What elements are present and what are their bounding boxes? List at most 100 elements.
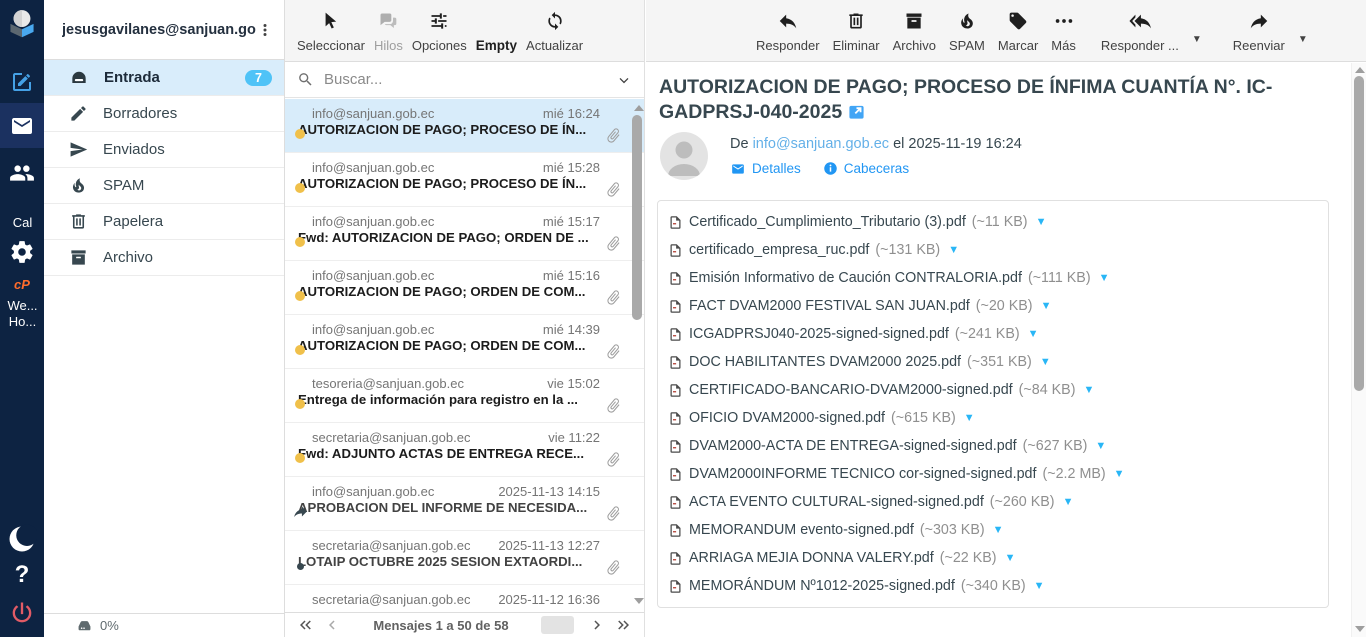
dark-mode-moon-icon[interactable] (0, 524, 44, 554)
folder-row[interactable]: Archivo (44, 240, 284, 276)
attachment-item[interactable]: certificado_empresa_ruc.pdf (~131 KB) ▼ (668, 236, 1318, 264)
mail-module-icon[interactable] (0, 114, 44, 138)
prev-page-button[interactable] (319, 616, 345, 634)
calendar-module-label[interactable]: Cal (0, 215, 44, 230)
forward-dropdown-caret-icon[interactable]: ▼ (1298, 34, 1308, 45)
attachment-menu-caret-icon[interactable]: ▼ (1095, 440, 1106, 452)
options-button[interactable]: Opciones (412, 8, 467, 53)
attachment-item[interactable]: OFICIO DVAM2000-signed.pdf (~615 KB) ▼ (668, 404, 1318, 432)
reply-all-dropdown-caret-icon[interactable]: ▼ (1192, 34, 1202, 45)
reply-button[interactable]: Responder (756, 8, 820, 53)
reply-all-button[interactable]: Responder ... (1101, 8, 1179, 53)
sent-plane-icon (69, 140, 88, 159)
mark-button[interactable]: Marcar (998, 8, 1038, 53)
attachment-menu-caret-icon[interactable]: ▼ (1063, 496, 1074, 508)
message-list-scrollbar[interactable] (631, 99, 644, 612)
folder-row[interactable]: Papelera (44, 204, 284, 240)
compose-icon[interactable] (0, 70, 44, 94)
scroll-down-arrow-icon[interactable] (634, 598, 644, 604)
headers-link[interactable]: Cabeceras (823, 161, 909, 176)
folder-row[interactable]: SPAM (44, 168, 284, 204)
scrollbar-thumb[interactable] (1354, 76, 1364, 391)
folder-row[interactable]: Entrada 7 (44, 60, 284, 96)
threads-button[interactable]: Hilos (374, 8, 403, 53)
help-icon[interactable]: ? (0, 561, 44, 589)
settings-gear-icon[interactable] (0, 239, 44, 265)
attachment-menu-caret-icon[interactable]: ▼ (1083, 384, 1094, 396)
webhost-label-line1[interactable]: We... (0, 298, 44, 313)
message-row[interactable]: info@sanjuan.gob.ec mié 16:24 AUTORIZACI… (285, 99, 644, 153)
attachment-menu-caret-icon[interactable]: ▼ (964, 412, 975, 424)
unread-dot (295, 291, 305, 301)
message-row[interactable]: info@sanjuan.gob.ec mié 15:28 AUTORIZACI… (285, 153, 644, 207)
attachment-menu-caret-icon[interactable]: ▼ (1041, 300, 1052, 312)
message-row[interactable]: secretaria@sanjuan.gob.ec 2025-11-12 16:… (285, 585, 644, 612)
attachment-menu-caret-icon[interactable]: ▼ (1028, 328, 1039, 340)
attachment-menu-caret-icon[interactable]: ▼ (1040, 356, 1051, 368)
attachment-item[interactable]: ACTA EVENTO CULTURAL-signed-signed.pdf (… (668, 488, 1318, 516)
attachment-item[interactable]: Emisión Informativo de Caución CONTRALOR… (668, 264, 1318, 292)
attachment-item[interactable]: ICGADPRSJ040-2025-signed-signed.pdf (~24… (668, 320, 1318, 348)
select-button[interactable]: Seleccionar (297, 8, 365, 53)
next-page-button[interactable] (584, 616, 610, 634)
pdf-file-icon (668, 466, 683, 483)
message-view-scrollbar[interactable] (1351, 63, 1366, 637)
attachment-item[interactable]: DOC HABILITANTES DVAM2000 2025.pdf (~351… (668, 348, 1318, 376)
from-email-link[interactable]: info@sanjuan.gob.ec (753, 136, 889, 152)
last-page-button[interactable] (610, 616, 636, 634)
attachment-item[interactable]: ARRIAGA MEJIA DONNA VALERY.pdf (~22 KB) … (668, 544, 1015, 572)
search-options-chevron-icon[interactable] (616, 72, 632, 88)
attachment-item[interactable]: Certificado_Cumplimiento_Tributario (3).… (668, 208, 1318, 236)
message-row[interactable]: secretaria@sanjuan.gob.ec 2025-11-13 12:… (285, 531, 644, 585)
message-row[interactable]: info@sanjuan.gob.ec mié 15:17 Fwd: AUTOR… (285, 207, 644, 261)
sogo-logo[interactable] (0, 6, 44, 40)
empty-button[interactable]: Empty (476, 8, 517, 53)
attachment-item[interactable]: MEMORÁNDUM Nº1012-2025-signed.pdf (~340 … (668, 572, 1318, 600)
folder-row[interactable]: Borradores (44, 96, 284, 132)
more-button[interactable]: Más (1051, 8, 1076, 53)
message-row[interactable]: info@sanjuan.gob.ec 2025-11-13 14:15 APR… (285, 477, 644, 531)
refresh-button[interactable]: Actualizar (526, 8, 583, 53)
attachment-item[interactable]: DVAM2000-ACTA DE ENTREGA-signed-signed.p… (668, 432, 1318, 460)
cpanel-icon[interactable]: cP (0, 277, 44, 292)
attachment-menu-caret-icon[interactable]: ▼ (948, 244, 959, 256)
attachment-item[interactable]: CERTIFICADO-BANCARIO-DVAM2000-signed.pdf… (668, 376, 1318, 404)
logout-power-icon[interactable] (0, 599, 44, 627)
page-number-input[interactable] (541, 616, 574, 634)
scroll-down-arrow-icon[interactable] (1355, 626, 1365, 632)
message-row[interactable]: info@sanjuan.gob.ec mié 14:39 AUTORIZACI… (285, 315, 644, 369)
archive-button[interactable]: Archivo (893, 8, 936, 53)
forwarded-arrow-icon (291, 503, 309, 520)
search-input[interactable] (324, 71, 606, 88)
attachment-item[interactable]: FACT DVAM2000 FESTIVAL SAN JUAN.pdf (~20… (668, 292, 1318, 320)
scroll-up-arrow-icon[interactable] (1355, 67, 1365, 73)
details-link[interactable]: Detalles (730, 161, 801, 176)
delete-button[interactable]: Eliminar (833, 8, 880, 53)
folder-row[interactable]: Enviados (44, 132, 284, 168)
account-menu-button[interactable] (256, 20, 274, 40)
scroll-up-arrow-icon[interactable] (634, 105, 644, 111)
contacts-icon[interactable] (0, 160, 44, 186)
scrollbar-thumb[interactable] (632, 115, 642, 320)
attachment-item[interactable]: MEMORANDUM evento-signed.pdf (~303 KB) ▼ (668, 516, 1004, 544)
attachment-menu-caret-icon[interactable]: ▼ (1034, 580, 1045, 592)
spam-button[interactable]: SPAM (949, 8, 985, 53)
webhost-label-line2[interactable]: Ho... (0, 314, 44, 329)
attachment-item[interactable]: DVAM2000INFORME TECNICO cor-signed-signe… (668, 460, 1318, 488)
first-page-button[interactable] (293, 616, 319, 634)
forward-button[interactable]: Reenviar (1233, 8, 1285, 53)
message-row[interactable]: tesoreria@sanjuan.gob.ec vie 15:02 Entre… (285, 369, 644, 423)
attachment-menu-caret-icon[interactable]: ▼ (1099, 272, 1110, 284)
attachment-menu-caret-icon[interactable]: ▼ (1036, 216, 1047, 228)
message-row[interactable]: secretaria@sanjuan.gob.ec vie 11:22 Fwd:… (285, 423, 644, 477)
open-in-popup-icon[interactable] (848, 103, 865, 120)
message-subject: Fwd: AUTORIZACION DE PAGO; ORDEN DE ... (298, 225, 644, 250)
attachment-paperclip-icon (605, 397, 622, 414)
attachment-menu-caret-icon[interactable]: ▼ (993, 524, 1004, 536)
attachment-menu-caret-icon[interactable]: ▼ (1114, 468, 1125, 480)
message-row[interactable]: info@sanjuan.gob.ec mié 15:16 AUTORIZACI… (285, 261, 644, 315)
refresh-icon (545, 8, 565, 34)
attachment-menu-caret-icon[interactable]: ▼ (1005, 552, 1016, 564)
pdf-file-icon (668, 214, 683, 231)
pdf-file-icon (668, 298, 683, 315)
